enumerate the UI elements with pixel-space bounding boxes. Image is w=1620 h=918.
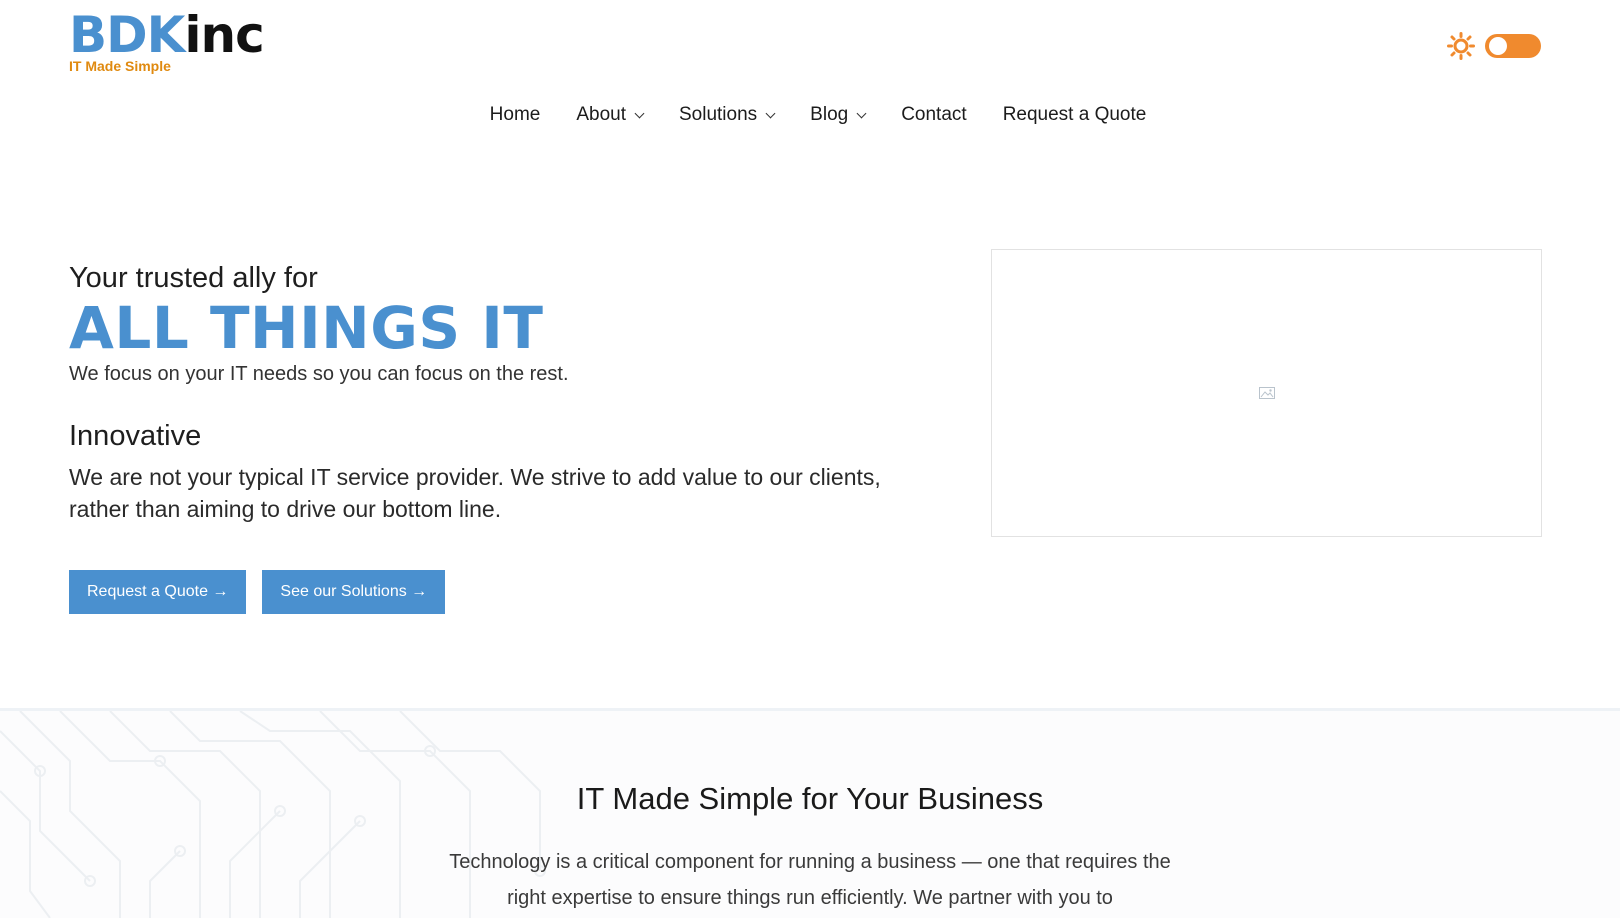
logo-brand-secondary: inc xyxy=(184,6,264,64)
see-solutions-button[interactable]: See our Solutions → xyxy=(262,570,446,614)
hero-buttons: Request a Quote → See our Solutions → xyxy=(69,570,446,614)
chevron-down-icon xyxy=(634,108,645,118)
dark-mode-switch[interactable] xyxy=(1485,34,1541,58)
theme-toggle[interactable] xyxy=(1447,32,1541,60)
nav-item-label: Solutions xyxy=(679,104,758,125)
main-nav: Home About Solutions Blog Contact Reques… xyxy=(0,104,1620,126)
nav-item-label: About xyxy=(576,104,626,125)
image-placeholder-icon xyxy=(1258,387,1275,399)
hero-subtitle: We focus on your IT needs so you can foc… xyxy=(69,363,569,385)
switch-knob xyxy=(1489,37,1507,55)
sun-icon xyxy=(1447,32,1475,60)
hero-image xyxy=(991,249,1542,537)
request-quote-button[interactable]: Request a Quote → xyxy=(69,570,247,614)
nav-item-blog[interactable]: Blog xyxy=(810,104,867,126)
nav-item-home[interactable]: Home xyxy=(490,104,541,126)
hero-section: Your trusted ally for ALL THINGS IT We f… xyxy=(69,262,909,525)
chevron-down-icon xyxy=(765,108,776,118)
chevron-down-icon xyxy=(856,108,867,118)
logo-brand-primary: BDK xyxy=(69,6,185,64)
logo-wordmark: BDKinc xyxy=(69,6,265,64)
section-title: IT Made Simple for Your Business xyxy=(576,781,1044,816)
nav-item-label: Home xyxy=(489,104,541,125)
feature-text: We are not your typical IT service provi… xyxy=(69,464,881,522)
nav-item-about[interactable]: About xyxy=(576,104,645,126)
nav-item-label: Request a Quote xyxy=(1002,104,1147,125)
nav-item-request-quote[interactable]: Request a Quote xyxy=(1003,104,1147,126)
hero-pre-title: Your trusted ally for xyxy=(69,262,318,294)
hero-title: ALL THINGS IT xyxy=(69,294,544,362)
site-logo[interactable]: BDKinc IT Made Simple xyxy=(69,6,265,74)
nav-item-label: Contact xyxy=(901,104,967,125)
intro-section: IT Made Simple for Your Business Technol… xyxy=(0,708,1620,918)
nav-item-solutions[interactable]: Solutions xyxy=(679,104,776,126)
nav-item-label: Blog xyxy=(810,104,849,125)
nav-item-contact[interactable]: Contact xyxy=(901,104,966,126)
section-text: Technology is a critical component for r… xyxy=(449,851,1171,909)
feature-heading: Innovative xyxy=(69,420,202,452)
